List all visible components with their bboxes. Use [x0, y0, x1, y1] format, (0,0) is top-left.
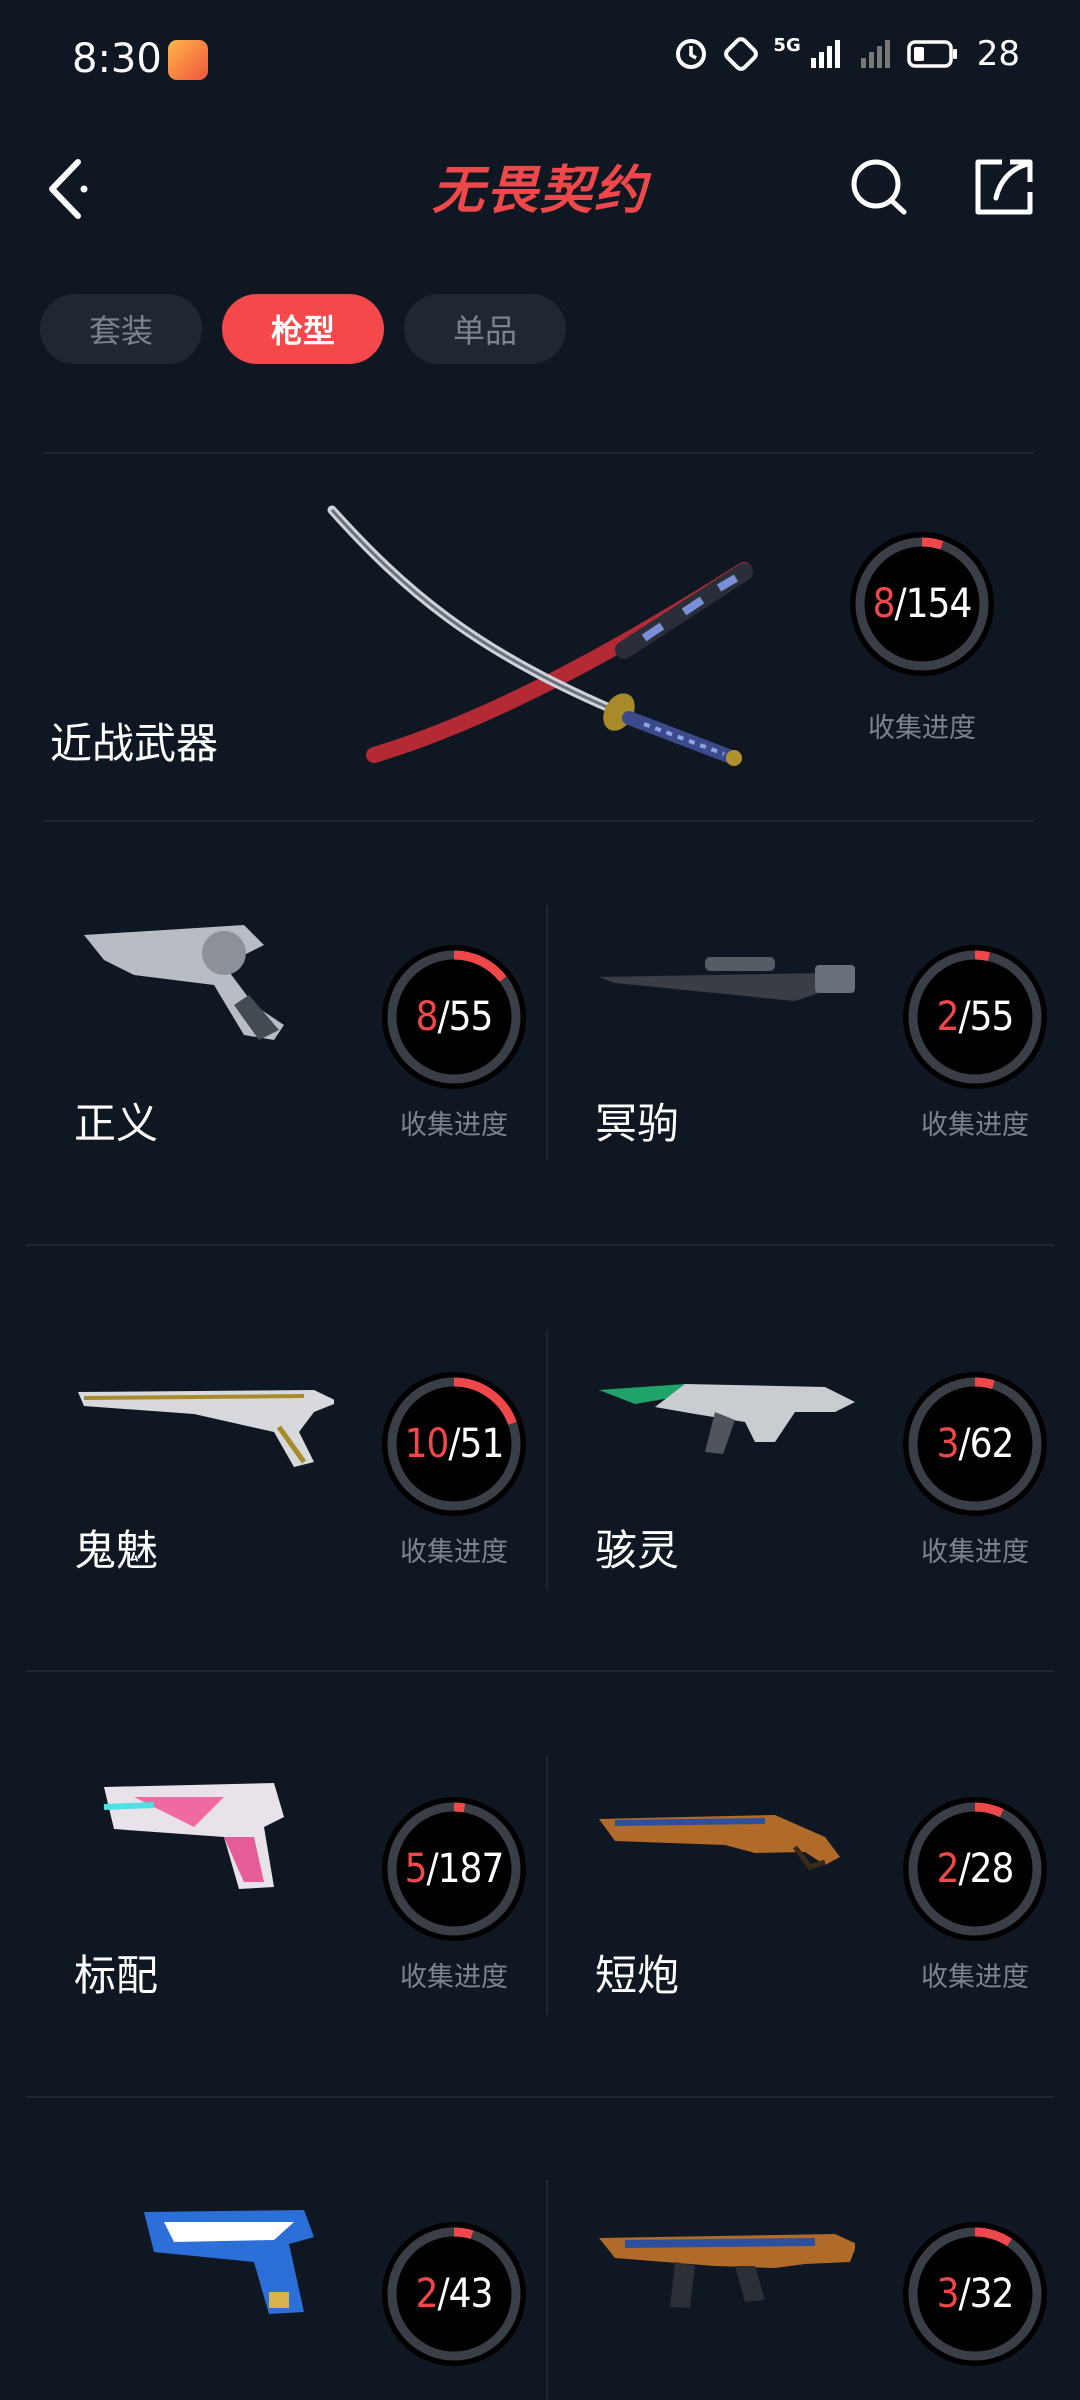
search-icon[interactable] [848, 154, 912, 218]
weapon-card[interactable]: 标配 5/187 收集进度 [44, 1697, 564, 2117]
progress-ring: 5/187 [382, 1797, 526, 1941]
katana-image [327, 505, 753, 766]
progress-count: 2/28 [903, 1797, 1047, 1941]
weapon-card[interactable]: 冥驹 2/55 收集进度 [565, 845, 1080, 1265]
progress-count: 3/62 [903, 1372, 1047, 1516]
progress-ring: 3/32 [903, 2222, 1047, 2366]
total-count: /55 [958, 994, 1014, 1040]
melee-weapon-name: 近战武器 [50, 719, 219, 768]
weapon-name: 骇灵 [595, 1526, 680, 1575]
tab-gun-type[interactable]: 枪型 [222, 294, 384, 364]
weapon-card[interactable]: 3/32 [565, 2122, 1080, 2400]
divider [44, 820, 1034, 822]
top-nav-bar: 无畏契约 [0, 130, 1080, 240]
status-time: 8:30 [72, 36, 162, 82]
app-notification-icon [168, 40, 208, 80]
total-count: /43 [437, 2271, 493, 2317]
collected-count: 8 [872, 581, 896, 627]
weapon-card[interactable]: 鬼魅 10/51 收集进度 [44, 1272, 564, 1692]
progress-label: 收集进度 [868, 713, 976, 744]
smg-image [599, 1384, 855, 1454]
collected-count: 2 [936, 994, 960, 1040]
collected-count: 2 [415, 2271, 439, 2317]
alarm-icon [676, 39, 707, 69]
status-bar: 8:30 5G 28 [0, 0, 1080, 120]
status-icons: 5G 28 [673, 34, 1020, 74]
stinger-smg-image [599, 2234, 855, 2308]
collected-count: 2 [936, 1846, 960, 1892]
progress-count: 2/55 [903, 945, 1047, 1089]
tab-single-item[interactable]: 单品 [404, 294, 566, 364]
progress-count: 8/55 [382, 945, 526, 1089]
classic-pistol-image [103, 1783, 284, 1889]
tab-set[interactable]: 套装 [40, 294, 202, 364]
progress-count: 8/154 [850, 532, 994, 676]
nfc-icon [724, 37, 759, 71]
progress-label: 收集进度 [921, 1962, 1029, 1993]
signal-icon [810, 40, 840, 68]
shorty-shotgun-image [599, 1815, 840, 1870]
weapon-name: 标配 [74, 1951, 159, 2000]
progress-ring: 8/154 [850, 532, 994, 676]
progress-count: 5/187 [382, 1797, 526, 1941]
progress-ring: 10/51 [382, 1372, 526, 1516]
category-tabs: 套装 枪型 单品 [40, 294, 566, 364]
back-button[interactable] [40, 154, 100, 224]
total-count: /62 [958, 1421, 1014, 1467]
ghost-pistol-image [78, 1390, 334, 1467]
weapon-name: 鬼魅 [74, 1526, 159, 1575]
total-count: /51 [448, 1421, 504, 1467]
share-icon[interactable] [972, 154, 1036, 218]
total-count: /32 [958, 2271, 1014, 2317]
progress-ring: 3/62 [903, 1372, 1047, 1516]
signal-weak-icon [860, 40, 890, 68]
total-count: /187 [426, 1846, 505, 1892]
frenzy-pistol-image [144, 2210, 314, 2314]
progress-ring: 2/28 [903, 1797, 1047, 1941]
revolver-image [84, 925, 284, 1040]
progress-ring: 2/55 [903, 945, 1047, 1089]
progress-label: 收集进度 [921, 1110, 1029, 1141]
collected-count: 3 [936, 1421, 960, 1467]
progress-count: 10/51 [382, 1372, 526, 1516]
game-logo: 无畏契约 [431, 160, 648, 221]
progress-label: 收集进度 [400, 1962, 508, 1993]
total-count: /28 [958, 1846, 1014, 1892]
total-count: /154 [894, 581, 973, 627]
sniper-rifle-image [599, 957, 855, 1001]
total-count: /55 [437, 994, 493, 1040]
collected-count: 8 [415, 994, 439, 1040]
progress-label: 收集进度 [400, 1110, 508, 1141]
collected-count: 5 [404, 1846, 428, 1892]
battery-level: 28 [976, 34, 1020, 74]
collected-count: 3 [936, 2271, 960, 2317]
progress-label: 收集进度 [400, 1537, 508, 1568]
progress-count: 3/32 [903, 2222, 1047, 2366]
progress-ring: 2/43 [382, 2222, 526, 2366]
weapon-card[interactable]: 2/43 [44, 2122, 564, 2400]
weapon-name: 冥驹 [595, 1099, 680, 1148]
progress-count: 2/43 [382, 2222, 526, 2366]
melee-weapon-card[interactable]: 近战武器 8/154 收集进度 [44, 450, 1034, 820]
progress-ring: 8/55 [382, 945, 526, 1089]
battery-icon [906, 40, 957, 68]
progress-label: 收集进度 [921, 1537, 1029, 1568]
weapon-name: 短炮 [595, 1951, 680, 2000]
weapon-card[interactable]: 短炮 2/28 收集进度 [565, 1697, 1080, 2117]
weapon-card[interactable]: 正义 8/55 收集进度 [44, 845, 564, 1265]
weapon-name: 正义 [74, 1099, 159, 1148]
collected-count: 10 [404, 1421, 450, 1467]
weapon-card[interactable]: 骇灵 3/62 收集进度 [565, 1272, 1080, 1692]
network-type: 5G [773, 34, 801, 56]
